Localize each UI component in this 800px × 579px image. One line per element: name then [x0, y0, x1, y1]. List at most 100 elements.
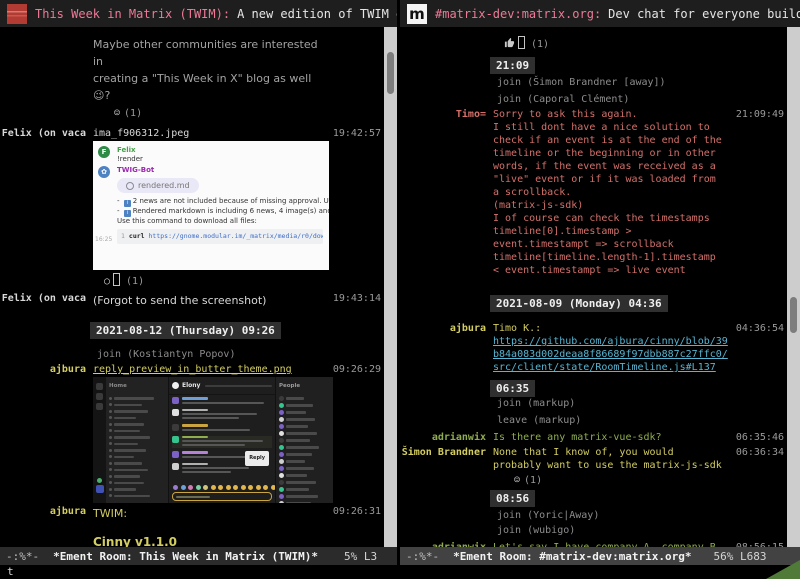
time-separator: 06:35 — [490, 380, 535, 397]
mini-message-input — [172, 492, 272, 501]
message-text: TWIM: — [93, 505, 127, 522]
reaction-count: (1) — [124, 108, 142, 119]
message-text: timeline[timeline.length-1].timestamp — [493, 251, 722, 264]
texture-row — [279, 486, 330, 493]
mini-channel-sidebar: Home — [106, 377, 168, 503]
mini-emoji-dot — [211, 485, 216, 490]
room-name: #matrix-dev:matrix.org: — [435, 7, 601, 21]
message-continuation: Maybe other communities are interested i… — [0, 36, 384, 104]
message-text: timeline[0].timestamp > — [493, 225, 722, 238]
texture-row — [279, 465, 330, 472]
sender-name[interactable]: ajbura — [0, 363, 86, 376]
emacs-frame: This Week in Matrix (TWIM): A new editio… — [0, 0, 800, 579]
attachment-image[interactable]: F Felix !render ✿ TWIG-Bot — [93, 141, 329, 270]
mini-sidebar-header: Home — [109, 380, 165, 393]
mini-emoji-dot — [181, 485, 186, 490]
mini-timestamp: 16:25 — [95, 235, 112, 244]
message-text: None that I know of, you would — [493, 446, 722, 459]
membership-event: join (markup) — [497, 397, 787, 410]
reaction[interactable]: (1) — [504, 36, 787, 51]
texture-row — [172, 409, 272, 422]
timestamp: 19:42:57 — [333, 127, 381, 140]
texture-row — [279, 493, 330, 500]
membership-event: join (Kostiantyn Popov) — [97, 348, 384, 361]
mini-space-rail — [93, 377, 106, 503]
minibuffer[interactable]: t — [0, 565, 800, 579]
mini-info-line: - i2 news are not included because of mi… — [117, 197, 323, 207]
message-text: I still dont have a nice solution to — [493, 121, 722, 134]
message-text: check if an event is at the end of the — [493, 134, 722, 147]
mode-line-position: 5% L3 — [344, 550, 377, 563]
room-name: This Week in Matrix (TWIM): — [35, 7, 230, 21]
variation-selector-box — [113, 273, 120, 286]
reaction[interactable]: ○(1) — [104, 273, 384, 288]
hyperlink[interactable]: src/client/state/RoomTimeline.js#L137 — [493, 361, 728, 374]
circle-emoji-icon: ○ — [104, 276, 110, 287]
scrollbar[interactable] — [787, 27, 800, 547]
reaction[interactable]: ☺ (1) — [514, 474, 787, 487]
texture-row — [279, 437, 330, 444]
sender-name[interactable]: Felix (on vaca — [0, 127, 86, 140]
texture-row — [109, 493, 165, 500]
room-buffer-twim[interactable]: Maybe other communities are interested i… — [0, 27, 384, 547]
sender-name[interactable]: ajbura — [0, 505, 86, 518]
sender-name[interactable]: ajbura — [400, 322, 486, 335]
texture-row — [279, 416, 330, 423]
mini-emoji-dot — [188, 485, 193, 490]
message-text: timeline or the beginning or in other — [493, 147, 722, 160]
mini-people-header: People — [279, 380, 330, 393]
thumbs-up-icon — [504, 37, 515, 48]
scrollbar-thumb[interactable] — [387, 52, 394, 94]
hyperlink[interactable]: https://github.com/ajbura/cinny/blob/39 — [493, 335, 728, 348]
sender-name[interactable]: Timo= — [400, 108, 486, 121]
mini-space-icon — [96, 485, 104, 493]
mini-message: !render — [117, 155, 143, 164]
mini-bot-name: TWIG-Bot — [117, 166, 323, 175]
reaction[interactable]: ☺(1) — [114, 107, 384, 120]
message-text: Sorry to ask this again. — [493, 108, 722, 121]
texture-row — [279, 395, 330, 402]
timestamp: 06:36:34 — [736, 446, 784, 459]
hyperlink[interactable]: b84a083d002deaa8f86689f97dbb887c27ffc0/ — [493, 348, 728, 361]
mini-avatar-felix: F — [98, 146, 110, 158]
room-topic: A new edition of TWIM ev — [237, 7, 397, 21]
scrollbar-thumb[interactable] — [790, 297, 797, 333]
mini-info-line: - iRendered markdown is including 6 news… — [117, 207, 323, 217]
attachment-filename[interactable]: ima_f906312.jpeg — [93, 127, 328, 140]
mode-line-buffer-name: *Ement Room: This Week in Matrix (TWIM)* — [53, 550, 318, 563]
mode-line-flags: -:%*- — [6, 550, 39, 563]
room-buffer-matrix-dev[interactable]: (1) 21:09 join (Šimon Brandner [away]) j… — [400, 27, 787, 547]
attachment-filename[interactable]: reply_preview_in_butter_theme.png — [93, 363, 328, 376]
timestamp: 19:43:14 — [333, 292, 381, 305]
mode-line-twim: -:%*- *Ement Room: This Week in Matrix (… — [0, 547, 397, 565]
mini-emoji-dot — [233, 485, 238, 490]
smiley-emoji-icon: ☺ — [514, 475, 520, 486]
message: Timo= Sorry to ask this again. I still d… — [400, 108, 787, 277]
room-topic: Dev chat for everyone buildi — [608, 7, 800, 21]
sender-name[interactable]: Šimon Brandner — [400, 446, 486, 459]
texture-row — [279, 500, 330, 503]
mini-room-header: Elony — [169, 377, 275, 395]
message-text: words, if the event was received as a — [493, 160, 722, 173]
message-text: probably want to use the matrix-js-sdk — [493, 459, 722, 472]
mini-emoji-dot — [203, 485, 208, 490]
mini-emoji-dot — [248, 485, 253, 490]
mini-status-dot — [97, 478, 102, 483]
window-matrix-dev: m #matrix-dev:matrix.org: Dev chat for e… — [400, 0, 800, 565]
time-separator: 08:56 — [490, 490, 535, 507]
texture-row — [279, 458, 330, 465]
room-avatar-twim — [7, 4, 27, 24]
attachment-image[interactable]: Home Elony Reply — [93, 377, 333, 503]
texture-row — [279, 430, 330, 437]
scrollbar[interactable] — [384, 27, 397, 547]
sender-name[interactable]: adrianwix — [400, 431, 486, 444]
message: ajbura reply_preview_in_butter_theme.png… — [0, 363, 384, 503]
mini-reply-tooltip: Reply — [245, 451, 269, 466]
message-text: event.timestampt => scrollback — [493, 238, 722, 251]
timestamp: 09:26:31 — [333, 505, 381, 518]
info-icon: i — [124, 210, 131, 217]
mini-emoji-dot — [256, 485, 261, 490]
sender-name[interactable]: Felix (on vaca — [0, 292, 86, 305]
reaction-count: (1) — [524, 475, 542, 486]
timestamp: 06:35:46 — [736, 431, 784, 444]
